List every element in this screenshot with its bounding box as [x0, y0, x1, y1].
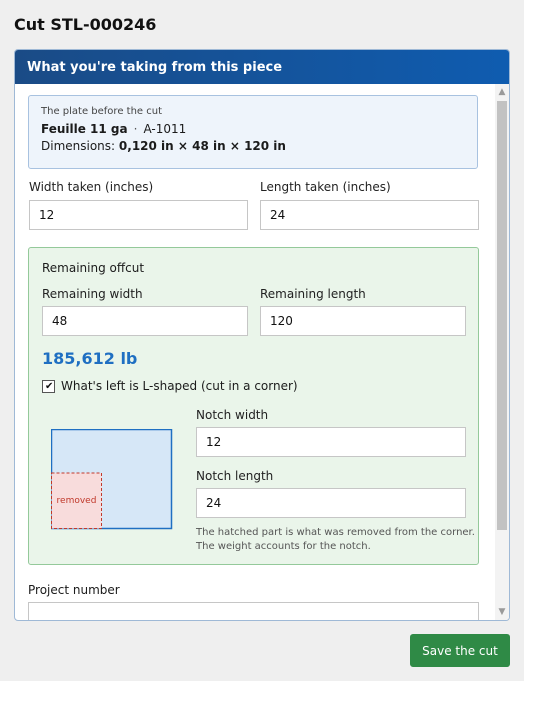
- notch-length-input[interactable]: [196, 488, 466, 518]
- cut-form-card: What you're taking from this piece The p…: [14, 49, 510, 621]
- plate-identity: Feuille 11 ga · A-1011: [41, 122, 465, 136]
- vertical-scrollbar[interactable]: ▲ ▼: [495, 84, 509, 620]
- offcut-title: Remaining offcut: [42, 261, 145, 275]
- offcut-weight: 185,612 lb: [42, 349, 138, 368]
- notch-hint-line1: The hatched part is what was removed fro…: [196, 527, 475, 538]
- width-taken-input[interactable]: [29, 200, 248, 230]
- form-scroll-area[interactable]: The plate before the cut Feuille 11 ga · A…: [15, 84, 497, 620]
- page-title: Cut STL-000246: [14, 15, 157, 34]
- checkmark-icon: ✔: [45, 380, 54, 392]
- l-shaped-checkbox[interactable]: ✔: [42, 379, 55, 393]
- l-shaped-label: What's left is L-shaped (cut in a corner…: [61, 379, 298, 393]
- project-number-label: Project number: [28, 583, 120, 597]
- plate-code: A-1011: [143, 122, 187, 136]
- notch-hint-line2: The weight accounts for the notch.: [196, 541, 371, 552]
- card-header: What you're taking from this piece: [15, 50, 509, 84]
- width-taken-label: Width taken (inches): [29, 180, 154, 194]
- plate-dimensions: Dimensions: 0,120 in × 48 in × 120 in: [41, 139, 465, 153]
- remaining-width-label: Remaining width: [42, 287, 143, 301]
- save-cut-button[interactable]: Save the cut: [410, 634, 510, 667]
- dimensions-label: Dimensions:: [41, 139, 116, 153]
- l-shaped-checkbox-row[interactable]: ✔ What's left is L-shaped (cut in a corn…: [42, 379, 298, 393]
- project-number-input[interactable]: [28, 602, 479, 620]
- remaining-offcut-panel: Remaining offcut Remaining width Remaini…: [28, 247, 479, 565]
- notch-width-label: Notch width: [196, 408, 269, 422]
- l-shape-diagram: removed: [51, 429, 173, 530]
- dimensions-value: 0,120 in × 48 in × 120 in: [118, 139, 286, 153]
- remaining-width-input[interactable]: [42, 306, 248, 336]
- notch-length-label: Notch length: [196, 469, 274, 483]
- length-taken-label: Length taken (inches): [260, 180, 391, 194]
- length-taken-input[interactable]: [260, 200, 479, 230]
- scroll-up-icon[interactable]: ▲: [495, 85, 509, 99]
- plate-name: Feuille 11 ga: [41, 122, 128, 136]
- scroll-thumb[interactable]: [497, 101, 507, 530]
- removed-label: removed: [57, 496, 97, 506]
- notch-hint: The hatched part is what was removed fro…: [196, 526, 476, 554]
- plate-separator: ·: [133, 122, 138, 136]
- plate-info-box: The plate before the cut Feuille 11 ga · A…: [28, 95, 478, 169]
- remaining-length-label: Remaining length: [260, 287, 366, 301]
- notch-width-input[interactable]: [196, 427, 466, 457]
- remaining-length-input[interactable]: [260, 306, 466, 336]
- scroll-down-icon[interactable]: ▼: [495, 605, 509, 619]
- plate-caption: The plate before the cut: [41, 106, 162, 117]
